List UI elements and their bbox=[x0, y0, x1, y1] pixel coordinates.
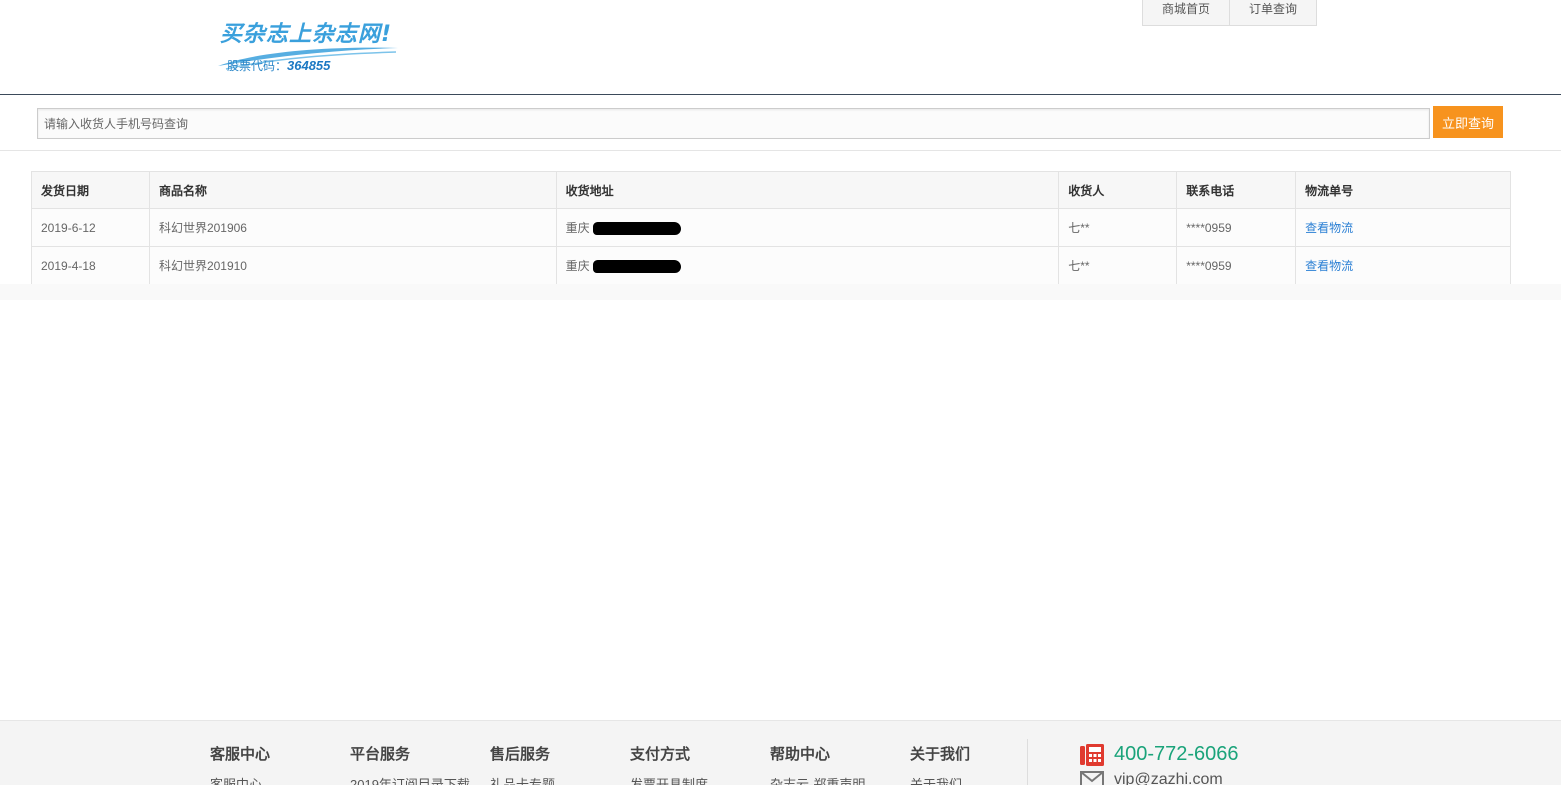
stock-code: 364855 bbox=[287, 58, 331, 73]
footer-col-title: 售后服务 bbox=[490, 746, 551, 763]
footer-col-help: 帮助中心 杂志云-郑重声明 bbox=[770, 743, 865, 785]
section-bottom-band bbox=[0, 284, 1561, 300]
view-logistics-link[interactable]: 查看物流 bbox=[1305, 221, 1353, 235]
top-nav: 商城首页 订单查询 bbox=[1142, 0, 1318, 26]
cell-phone: ****0959 bbox=[1176, 208, 1297, 247]
col-product-name: 商品名称 bbox=[148, 171, 557, 209]
cell-logistics: 查看物流 bbox=[1295, 246, 1511, 285]
orders-table: 发货日期 商品名称 收货地址 收货人 联系电话 物流单号 2019-6-12 科… bbox=[31, 171, 1511, 285]
footer-link[interactable]: 关于我们 bbox=[910, 774, 970, 785]
footer-col-about: 关于我们 关于我们 bbox=[910, 743, 970, 785]
footer-link[interactable]: 2019年订阅目录下载 bbox=[350, 774, 470, 785]
cell-product: 科幻世界201910 bbox=[148, 246, 557, 285]
footer-col-payment: 支付方式 发票开具制度 bbox=[630, 743, 708, 785]
footer-email: vip@zazhi.com bbox=[1080, 771, 1223, 785]
cell-date: 2019-6-12 bbox=[31, 208, 150, 247]
redaction-mark bbox=[592, 222, 681, 236]
cell-date: 2019-4-18 bbox=[31, 246, 150, 285]
col-logistics: 物流单号 bbox=[1295, 171, 1511, 209]
col-receiver: 收货人 bbox=[1058, 171, 1178, 209]
table-row: 2019-6-12 科幻世界201906 重庆 七** ****0959 查看物… bbox=[31, 208, 1511, 247]
footer-divider bbox=[1027, 739, 1028, 785]
site-header: 买杂志上杂志网! 股票代码：364855 商城首页 订单查询 bbox=[0, 0, 1561, 95]
stock-label: 股票代码： bbox=[227, 59, 288, 73]
col-address: 收货地址 bbox=[555, 171, 1060, 209]
footer-link[interactable]: 发票开具制度 bbox=[630, 774, 708, 785]
footer-link[interactable]: 客服中心 bbox=[210, 774, 270, 785]
footer-link[interactable]: 礼品卡专题 bbox=[490, 774, 555, 785]
footer-col-title: 平台服务 bbox=[350, 746, 411, 763]
cell-address: 重庆 bbox=[555, 208, 1060, 247]
footer-phone-number: 400-772-6066 bbox=[1114, 743, 1239, 765]
mail-icon bbox=[1080, 771, 1104, 785]
table-header-row: 发货日期 商品名称 收货地址 收货人 联系电话 物流单号 bbox=[31, 171, 1511, 209]
orders-section: 发货日期 商品名称 收货地址 收货人 联系电话 物流单号 2019-6-12 科… bbox=[0, 152, 1561, 300]
cell-receiver: 七** bbox=[1058, 246, 1178, 285]
cell-phone: ****0959 bbox=[1176, 246, 1297, 285]
footer-col-title: 关于我们 bbox=[910, 746, 971, 763]
footer-col-platform: 平台服务 2019年订阅目录下载 bbox=[350, 743, 470, 785]
col-ship-date: 发货日期 bbox=[31, 171, 150, 209]
footer-link[interactable]: 杂志云-郑重声明 bbox=[770, 774, 865, 785]
footer-col-title: 帮助中心 bbox=[770, 746, 831, 763]
phone-search-input[interactable] bbox=[37, 108, 1430, 139]
footer-phone: 400-772-6066 bbox=[1080, 743, 1239, 766]
footer-col-title: 客服中心 bbox=[210, 746, 271, 763]
cell-address: 重庆 bbox=[555, 246, 1060, 285]
view-logistics-link[interactable]: 查看物流 bbox=[1305, 259, 1353, 273]
address-text: 重庆 bbox=[565, 259, 590, 273]
redaction-mark bbox=[592, 260, 681, 274]
site-footer: 客服中心 客服中心 平台服务 2019年订阅目录下载 售后服务 礼品卡专题 支付… bbox=[0, 720, 1561, 785]
cell-product: 科幻世界201906 bbox=[148, 208, 557, 247]
col-phone: 联系电话 bbox=[1176, 171, 1297, 209]
footer-col-service: 客服中心 客服中心 bbox=[210, 743, 270, 785]
telephone-icon bbox=[1080, 743, 1104, 766]
nav-mall-home[interactable]: 商城首页 bbox=[1143, 0, 1229, 25]
footer-col-aftersales: 售后服务 礼品卡专题 bbox=[490, 743, 555, 785]
cell-receiver: 七** bbox=[1058, 208, 1178, 247]
search-now-button[interactable]: 立即查询 bbox=[1433, 106, 1503, 138]
address-text: 重庆 bbox=[565, 221, 590, 235]
site-logo[interactable]: 买杂志上杂志网! 股票代码：364855 bbox=[216, 14, 401, 76]
table-row: 2019-4-18 科幻世界201910 重庆 七** ****0959 查看物… bbox=[31, 246, 1511, 285]
cell-logistics: 查看物流 bbox=[1295, 208, 1511, 247]
search-bar: 立即查询 bbox=[0, 96, 1561, 151]
footer-email-address: vip@zazhi.com bbox=[1114, 771, 1223, 785]
footer-col-title: 支付方式 bbox=[630, 746, 691, 763]
nav-order-query[interactable]: 订单查询 bbox=[1229, 0, 1316, 25]
stock-code-text: 股票代码：364855 bbox=[227, 57, 330, 74]
